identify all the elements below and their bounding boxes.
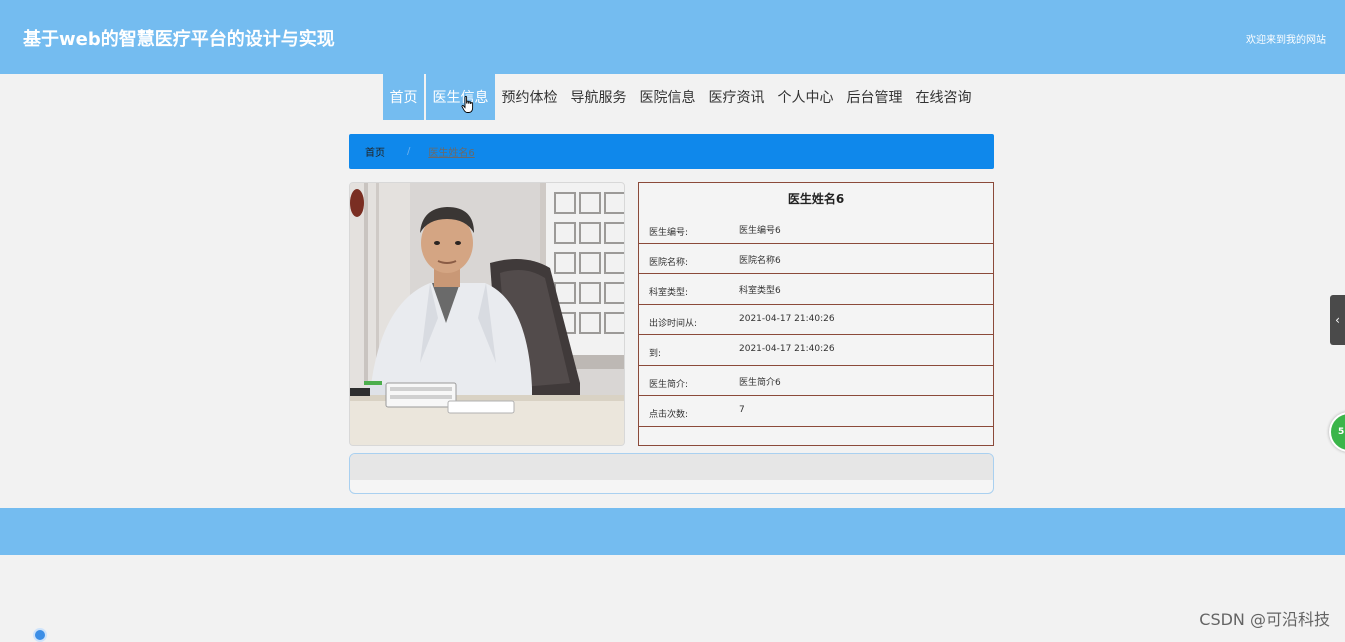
site-title[interactable]: 基于web的智慧医疗平台的设计与实现 [23,25,335,51]
doctor-photo [349,182,625,446]
welcome-text: 欢迎来到我的网站 [1246,35,1326,46]
info-label: 出诊时间从: [649,318,698,329]
info-label: 点击次数: [649,410,689,420]
nav-item-online-consult[interactable]: 在线咨询 [909,74,978,120]
hand-pointer-icon [461,96,474,113]
info-value: 2021-04-17 21:40:26 [739,313,835,324]
nav-item-admin[interactable]: 后台管理 [840,74,909,120]
info-label: 科室类型: [649,288,689,298]
info-row-doctor-id: 医生编号: 医生编号6 [639,213,993,244]
info-row-intro: 医生简介: 医生简介6 [639,366,993,396]
info-value: 7 [739,405,745,415]
info-value: 医生编号6 [739,226,781,236]
nav-item-hospital-info[interactable]: 医院信息 [633,74,702,120]
floating-badge[interactable]: 51 [1329,412,1345,452]
info-row-department: 科室类型: 科室类型6 [639,274,993,305]
info-label: 到: [649,349,662,359]
watermark: CSDN @可沿科技 [1199,610,1330,629]
doctor-name: 医生姓名6 [787,192,845,206]
info-row-hospital-name: 医院名称: 医院名称6 [639,244,993,274]
nav-item-personal-center[interactable]: 个人中心 [771,74,840,120]
info-value: 医生简介6 [739,377,781,388]
info-label: 医生编号: [649,228,689,238]
info-row-click-count: 点击次数: 7 [639,396,993,427]
info-value: 2021-04-17 21:40:26 [739,344,835,354]
side-panel-toggle[interactable]: ‹ [1330,295,1345,345]
info-label: 医院名称: [649,257,689,268]
breadcrumb-current[interactable]: 医生姓名6 [428,144,474,159]
breadcrumb-separator: / [407,146,411,157]
info-value: 科室类型6 [739,286,781,296]
info-value: 医院名称6 [739,255,781,266]
site-footer [0,508,1345,555]
nav-item-appointment[interactable]: 预约体检 [495,74,564,120]
info-row-visit-start: 出诊时间从: 2021-04-17 21:40:26 [639,305,993,335]
chevron-left-icon: ‹ [1335,313,1340,327]
doctor-info-table: 医生姓名6 医生编号: 医生编号6 医院名称: 医院名称6 科室类型: 科室类型… [638,182,994,446]
corner-indicator-icon[interactable] [33,628,47,642]
site-header: 基于web的智慧医疗平台的设计与实现 欢迎来到我的网站 [0,0,1345,74]
info-label: 医生简介: [649,379,689,390]
info-row-visit-end: 到: 2021-04-17 21:40:26 [639,335,993,366]
detail-panel [349,453,994,494]
detail-panel-header [350,454,993,480]
nav-item-medical-news[interactable]: 医疗资讯 [702,74,771,120]
breadcrumb-home-link[interactable]: 首页 [365,144,385,159]
nav-item-home[interactable]: 首页 [383,74,424,120]
nav-item-navigation-service[interactable]: 导航服务 [564,74,633,120]
breadcrumb: 首页 / 医生姓名6 [349,134,994,169]
